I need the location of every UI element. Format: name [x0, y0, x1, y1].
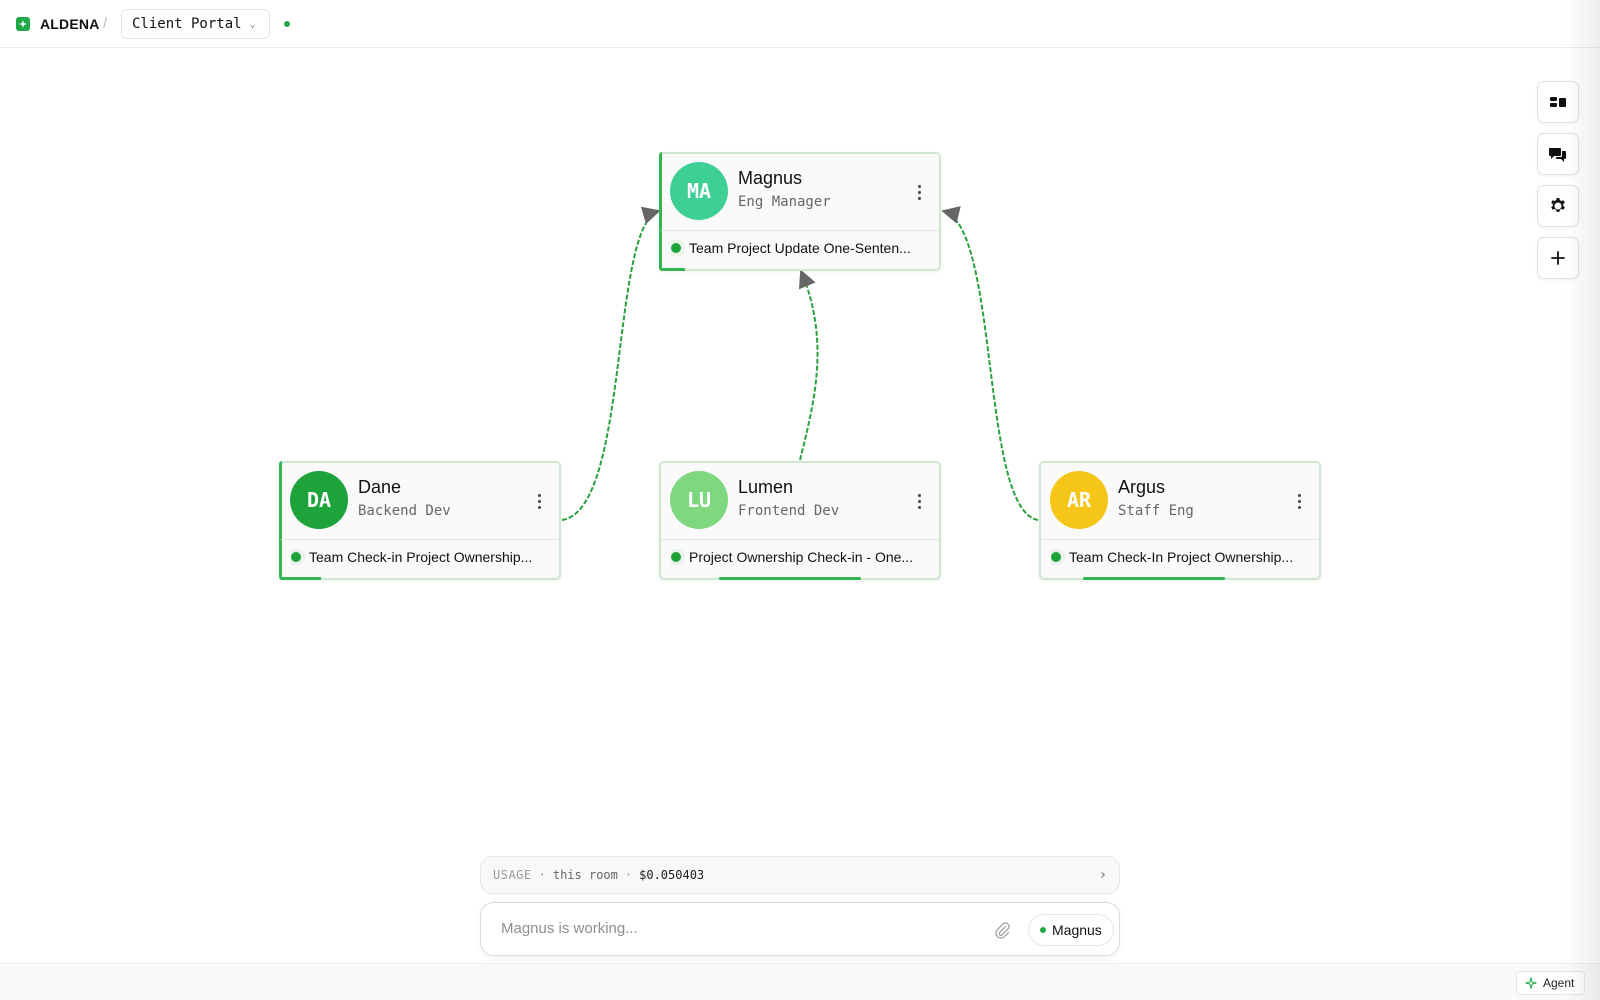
progress-bar [281, 577, 321, 580]
status-dot [1051, 552, 1061, 562]
more-options-icon[interactable] [913, 182, 925, 202]
agent-button[interactable]: Agent [1516, 971, 1586, 995]
status-dot [671, 243, 681, 253]
usage-separator: · [538, 868, 546, 882]
divider [661, 539, 939, 540]
footer-bar: Agent [0, 963, 1600, 1000]
more-options-icon[interactable] [533, 491, 545, 511]
attachment-icon[interactable] [992, 920, 1012, 940]
agent-role: Staff Eng [1118, 503, 1194, 519]
current-task[interactable]: Team Check-In Project Ownership... [1051, 549, 1309, 565]
agent-name: Lumen [738, 477, 794, 497]
chevron-right-icon[interactable]: › [1099, 867, 1107, 883]
agent-name: Dane [358, 477, 402, 497]
message-composer[interactable]: Magnus is working... Magnus [480, 902, 1120, 956]
agent-role: Frontend Dev [738, 503, 840, 519]
sparkle-icon [1525, 977, 1537, 989]
agent-node-lumen[interactable]: LU Lumen Frontend Dev Project Ownership … [659, 461, 941, 580]
usage-separator: · [624, 868, 633, 882]
agent-status-dot [1040, 927, 1046, 933]
progress-bar [719, 577, 861, 580]
usage-cost: $0.050403 [639, 868, 705, 882]
agent-role: Eng Manager [738, 194, 831, 210]
progress-bar [661, 268, 685, 271]
task-title: Team Check-in Project Ownership... [309, 549, 533, 565]
node-header: LU Lumen Frontend Dev [661, 463, 939, 539]
usage-scope: this room [552, 868, 618, 882]
agent-role: Backend Dev [358, 503, 451, 519]
status-dot [671, 552, 681, 562]
usage-label: USAGE [493, 868, 532, 882]
divider [1041, 539, 1319, 540]
agent-name: Magnus [738, 168, 803, 188]
task-title: Project Ownership Check-in - One... [689, 549, 914, 565]
usage-bar[interactable]: USAGE · this room · $0.050403 › [480, 856, 1120, 894]
avatar: LU [670, 471, 728, 529]
node-header: AR Argus Staff Eng [1041, 463, 1319, 539]
divider [281, 539, 559, 540]
message-input[interactable]: Magnus is working... [501, 920, 638, 937]
divider [661, 230, 939, 231]
agent-selector-label: Magnus [1052, 922, 1102, 938]
progress-bar [1083, 577, 1225, 580]
more-options-icon[interactable] [1293, 491, 1305, 511]
status-dot [291, 552, 301, 562]
current-task[interactable]: Team Check-in Project Ownership... [291, 549, 549, 565]
avatar: DA [290, 471, 348, 529]
avatar: MA [670, 162, 728, 220]
avatar: AR [1050, 471, 1108, 529]
task-title: Team Check-In Project Ownership... [1069, 549, 1294, 565]
edge-dane-to-magnus [561, 206, 661, 521]
task-title: Team Project Update One-Senten... [689, 240, 911, 256]
agent-node-dane[interactable]: DA Dane Backend Dev Team Check-in Projec… [279, 461, 561, 580]
current-task[interactable]: Team Project Update One-Senten... [671, 240, 929, 256]
current-task[interactable]: Project Ownership Check-in - One... [671, 549, 929, 565]
agent-node-magnus[interactable]: MA Magnus Eng Manager Team Project Updat… [659, 152, 941, 271]
node-header: DA Dane Backend Dev [281, 463, 559, 539]
more-options-icon[interactable] [913, 491, 925, 511]
agent-node-argus[interactable]: AR Argus Staff Eng Team Check-In Project… [1039, 461, 1321, 580]
agent-name: Argus [1118, 477, 1166, 497]
node-header: MA Magnus Eng Manager [661, 154, 939, 230]
edge-lumen-to-magnus [798, 269, 819, 461]
agent-selector[interactable]: Magnus [1028, 914, 1114, 946]
agent-button-label: Agent [1543, 976, 1575, 990]
edge-argus-to-magnus [941, 206, 1039, 521]
